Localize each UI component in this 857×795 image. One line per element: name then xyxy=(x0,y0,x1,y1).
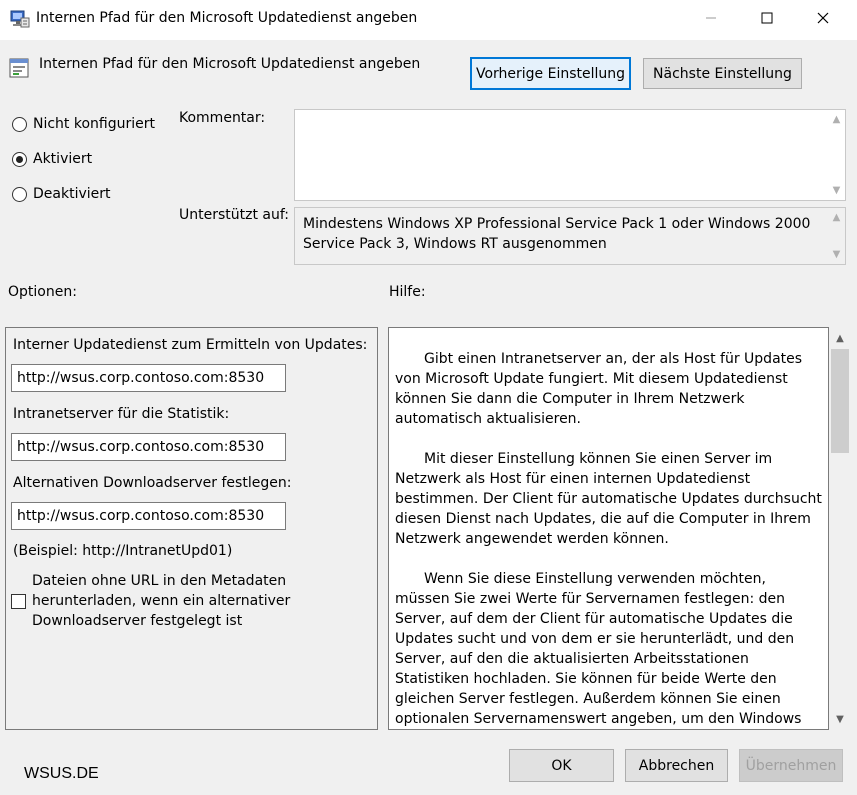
radio-circle-disabled[interactable] xyxy=(12,186,27,202)
watermark: WSUS.DE xyxy=(24,765,99,782)
help-scrollbar[interactable]: ▲ ▼ xyxy=(829,327,851,730)
help-paragraph: Mit dieser Einstellung können Sie einen … xyxy=(395,451,822,547)
download-without-url-checkbox[interactable] xyxy=(11,594,26,609)
comment-scrollbar[interactable]: ▲ ▼ xyxy=(828,110,845,200)
options-panel: Interner Updatedienst zum Ermitteln von … xyxy=(5,327,378,730)
radio-disabled[interactable]: Deaktiviert xyxy=(12,186,111,202)
maximize-button[interactable] xyxy=(744,0,790,40)
alt-download-label: Alternativen Downloadserver festlegen: xyxy=(13,475,292,491)
scroll-up-arrow-icon[interactable]: ▲ xyxy=(829,327,851,349)
policy-title: Internen Pfad für den Microsoft Updatedi… xyxy=(39,56,421,72)
scroll-down-arrow-icon[interactable]: ▼ xyxy=(829,708,851,730)
statistics-server-label: Intranetserver für die Statistik: xyxy=(13,406,230,422)
update-service-label: Interner Updatedienst zum Ermitteln von … xyxy=(13,337,368,353)
comment-label: Kommentar: xyxy=(179,110,266,126)
scroll-up-arrow-icon: ▲ xyxy=(832,114,841,125)
supported-scrollbar[interactable]: ▲ ▼ xyxy=(828,208,845,264)
scroll-down-arrow-icon: ▼ xyxy=(832,185,841,196)
supported-on-field: Mindestens Windows XP Professional Servi… xyxy=(294,207,846,265)
comment-textarea[interactable]: ▲ ▼ xyxy=(294,109,846,201)
cancel-button[interactable]: Abbrechen xyxy=(625,749,728,782)
statistics-server-input[interactable]: http://wsus.corp.contoso.com:8530 xyxy=(11,433,286,461)
close-icon xyxy=(817,12,829,28)
radio-enabled[interactable]: Aktiviert xyxy=(12,151,92,167)
radio-label-not-configured: Nicht konfiguriert xyxy=(33,116,156,132)
update-service-input[interactable]: http://wsus.corp.contoso.com:8530 xyxy=(11,364,286,392)
download-without-url-label: Dateien ohne URL in den Metadaten herunt… xyxy=(32,573,291,629)
radio-label-disabled: Deaktiviert xyxy=(33,186,111,202)
help-paragraph: Wenn Sie diese Einstellung verwenden möc… xyxy=(395,571,802,727)
group-policy-app-icon xyxy=(10,9,30,29)
window-title: Internen Pfad für den Microsoft Updatedi… xyxy=(36,10,418,26)
policy-setting-icon xyxy=(8,57,30,79)
minimize-button[interactable] xyxy=(688,0,734,40)
help-section-label: Hilfe: xyxy=(389,284,426,300)
scroll-down-arrow-icon: ▼ xyxy=(832,249,841,260)
previous-setting-button[interactable]: Vorherige Einstellung xyxy=(470,57,631,90)
radio-label-enabled: Aktiviert xyxy=(33,151,93,167)
supported-on-text: Mindestens Windows XP Professional Servi… xyxy=(303,216,811,252)
alt-download-input[interactable]: http://wsus.corp.contoso.com:8530 xyxy=(11,502,286,530)
help-paragraph: Gibt einen Intranetserver an, der als Ho… xyxy=(395,351,803,427)
radio-circle-enabled[interactable] xyxy=(12,151,27,167)
radio-not-configured[interactable]: Nicht konfiguriert xyxy=(12,116,155,132)
example-hint: (Beispiel: http://IntranetUpd01) xyxy=(13,543,233,559)
minimize-icon xyxy=(705,12,717,28)
radio-circle-not-configured[interactable] xyxy=(12,116,27,132)
next-setting-button[interactable]: Nächste Einstellung xyxy=(643,58,802,89)
title-bar: Internen Pfad für den Microsoft Updatedi… xyxy=(0,0,857,40)
scroll-thumb[interactable] xyxy=(831,349,849,453)
options-section-label: Optionen: xyxy=(8,284,77,300)
maximize-icon xyxy=(761,12,773,28)
supported-on-label: Unterstützt auf: xyxy=(179,207,290,223)
help-text: Gibt einen Intranetserver an, der als Ho… xyxy=(395,349,823,729)
help-panel: Gibt einen Intranetserver an, der als Ho… xyxy=(388,327,829,730)
scroll-up-arrow-icon: ▲ xyxy=(832,212,841,223)
apply-button[interactable]: Übernehmen xyxy=(739,749,843,782)
close-button[interactable] xyxy=(800,0,846,40)
ok-button[interactable]: OK xyxy=(509,749,614,782)
